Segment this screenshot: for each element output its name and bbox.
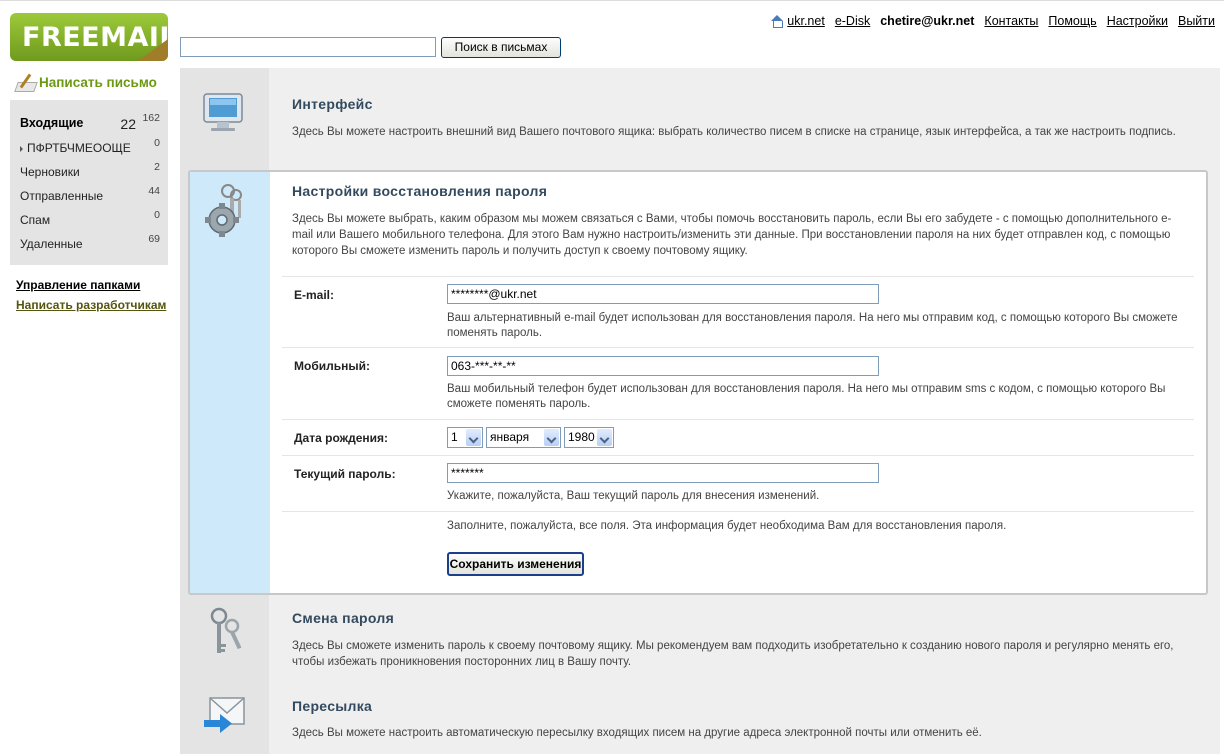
freemail-logo[interactable]: FREEMAIL <box>10 13 168 61</box>
gear-keys-icon <box>205 184 242 237</box>
search-button[interactable]: Поиск в письмах <box>441 37 561 58</box>
compose-label: Написать письмо <box>39 74 157 90</box>
contacts-link[interactable]: Контакты <box>984 14 1038 28</box>
mobile-label: Мобильный: <box>294 359 370 373</box>
form-divider <box>282 419 1194 420</box>
manage-folders-link[interactable]: Управление папками <box>16 278 140 292</box>
section-desc-forwarding: Здесь Вы можете настроить автоматическую… <box>292 727 982 739</box>
settings-link[interactable]: Настройки <box>1107 14 1168 28</box>
top-border <box>0 0 1224 4</box>
logout-link[interactable]: Выйти <box>1178 14 1215 28</box>
chevron-down-icon[interactable] <box>544 429 559 446</box>
chevron-down-icon[interactable] <box>597 429 612 446</box>
birth-month-select[interactable]: января <box>486 427 561 448</box>
message-count: 69 <box>148 233 160 245</box>
monitor-icon <box>203 93 243 131</box>
folder-list: Входящие 22 162 ПФРТБЧМЕООЩЕ 0 Черновики… <box>10 100 168 265</box>
birth-day-select[interactable]: 1 <box>447 427 483 448</box>
folder-name: Входящие <box>20 116 84 130</box>
section-title-change-password[interactable]: Смена пароля <box>292 610 394 626</box>
compose-button[interactable]: Написать письмо <box>14 72 157 92</box>
birthdate-label: Дата рождения: <box>294 431 389 445</box>
logo-corner <box>138 39 168 61</box>
form-divider <box>282 347 1194 348</box>
section-title-forwarding[interactable]: Пересылка <box>292 698 372 714</box>
chevron-down-icon[interactable] <box>466 429 481 446</box>
folder-name: Спам <box>20 213 51 227</box>
email-field[interactable]: ********@ukr.net <box>447 284 879 304</box>
folder-name: Черновики <box>20 165 80 179</box>
current-password-field[interactable]: ******* <box>447 463 879 483</box>
help-link[interactable]: Помощь <box>1048 14 1096 28</box>
birth-month-value: января <box>490 430 530 444</box>
mobile-hint: Ваш мобильный телефон будет использован … <box>447 383 1166 410</box>
section-title-interface[interactable]: Интерфейс <box>292 96 373 112</box>
message-count: 2 <box>154 161 160 173</box>
message-count: 162 <box>142 112 160 124</box>
folder-name: Отправленные <box>20 189 104 203</box>
birth-day-value: 1 <box>451 430 458 444</box>
form-divider <box>282 276 1194 277</box>
birth-year-select[interactable]: 1980 <box>564 427 614 448</box>
keys-icon <box>210 607 242 653</box>
top-navigation: ukr.net e-Disk chetire@ukr.net Контакты … <box>770 14 1215 28</box>
user-email: chetire@ukr.net <box>880 14 975 28</box>
home-link[interactable]: ukr.net <box>787 14 825 28</box>
message-count: 0 <box>154 209 160 221</box>
message-count: 0 <box>154 137 160 149</box>
write-developers-link[interactable]: Написать разработчикам <box>16 298 166 312</box>
edisk-link[interactable]: e-Disk <box>835 14 870 28</box>
email-label: E-mail: <box>294 288 335 302</box>
password-hint: Укажите, пожалуйста, Ваш текущий пароль … <box>447 490 820 502</box>
message-count: 44 <box>148 185 160 197</box>
compose-pen-icon <box>14 72 36 92</box>
search-input[interactable] <box>180 37 436 57</box>
folder-name: ПФРТБЧМЕООЩЕ <box>20 141 131 155</box>
birth-year-value: 1980 <box>568 430 595 444</box>
form-divider <box>282 511 1194 512</box>
fill-note: Заполните, пожалуйста, все поля. Эта инф… <box>447 520 1007 532</box>
save-changes-button[interactable]: Сохранить изменения <box>447 552 584 576</box>
form-divider <box>282 455 1194 456</box>
section-desc-recovery: Здесь Вы можете выбрать, каким образом м… <box>292 213 1172 257</box>
section-title-recovery: Настройки восстановления пароля <box>292 183 548 199</box>
mobile-field[interactable]: 063-***-**-** <box>447 356 879 376</box>
expand-arrow-icon[interactable] <box>20 145 23 152</box>
folder-name: Удаленные <box>20 237 83 251</box>
email-hint: Ваш альтернативный e-mail будет использо… <box>447 312 1178 339</box>
forward-mail-icon <box>204 697 245 733</box>
home-icon[interactable] <box>770 14 784 28</box>
unread-count: 22 <box>120 116 136 132</box>
section-desc-change-password: Здесь Вы сможете изменить пароль к своем… <box>292 640 1174 668</box>
current-password-label: Текущий пароль: <box>294 467 396 481</box>
section-desc-interface: Здесь Вы можете настроить внешний вид Ва… <box>292 126 1176 138</box>
